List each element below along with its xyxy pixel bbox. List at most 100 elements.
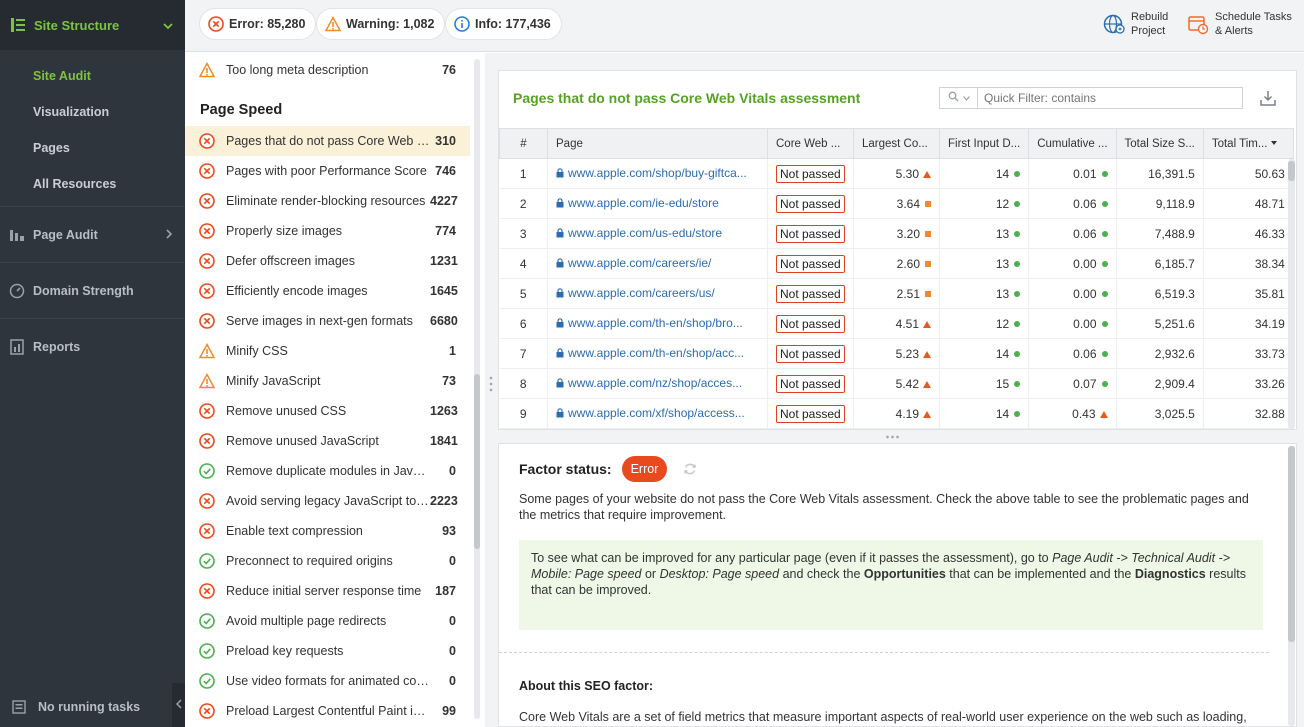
total-size-cell: 2,909.4 [1116,368,1204,399]
column-header[interactable]: # [499,128,548,159]
cls-cell: 0.01 [1028,158,1117,189]
sidebar-collapse-button[interactable] [172,683,185,727]
factor-item[interactable]: Avoid multiple page redirects 0 [185,606,470,636]
search-dropdown-button[interactable] [940,88,978,108]
factor-item-too-long-meta[interactable]: Too long meta description 76 [185,55,470,85]
factor-label: Preload Largest Contentful Paint ima... [226,704,430,718]
running-tasks-status[interactable]: No running tasks [0,687,185,727]
table-row[interactable]: 4 www.apple.com/careers/ie/Not passed 2.60… [499,248,1294,279]
factor-count: 187 [435,584,456,598]
factor-item[interactable]: Defer offscreen images 1231 [185,246,470,276]
page-cell: www.apple.com/careers/us/ [547,278,768,309]
calendar-clock-icon [1187,13,1209,35]
factor-item[interactable]: Pages that do not pass Core Web Vi... 310 [185,126,470,156]
quick-filter-input[interactable] [978,91,1228,105]
factor-item[interactable]: Reduce initial server response time 187 [185,576,470,606]
page-cell: www.apple.com/shop/buy-giftca... [547,158,768,189]
table-row[interactable]: 7 www.apple.com/th-en/shop/acc... Not pass… [499,338,1294,369]
page-cell: www.apple.com/th-en/shop/acc... [547,338,768,369]
sidebar-item-all-resources[interactable]: All Resources [0,166,185,202]
factor-item[interactable]: Eliminate render-blocking resources 4227 [185,186,470,216]
rebuild-project-button[interactable]: Rebuild Project [1103,10,1168,38]
column-header[interactable]: Largest Co... [853,128,940,159]
column-header[interactable]: Total Tim... [1202,128,1294,159]
table-row[interactable]: 2 www.apple.com/ie-edu/store Not passed 3.6… [499,188,1294,219]
column-header[interactable]: Core Web ... [767,128,854,159]
factor-item[interactable]: Minify JavaScript 73 [185,366,470,396]
column-header[interactable]: Cumulative ... [1028,128,1117,159]
detail-scrollbar[interactable] [1288,446,1295,726]
sidebar-item-pages[interactable]: Pages [0,130,185,166]
column-header[interactable]: Total Size S... [1115,128,1204,159]
factor-list-scrollbar[interactable] [474,59,480,719]
page-link[interactable]: www.apple.com/th-en/shop/acc... [568,346,744,360]
cls-value: 0.01 [1073,166,1097,181]
factor-item[interactable]: Serve images in next-gen formats 6680 [185,306,470,336]
column-header-label: Page [556,137,583,150]
row-number: 1 [499,158,548,189]
page-link[interactable]: www.apple.com/us-edu/store [568,226,722,240]
error-icon [199,223,217,239]
table-row[interactable]: 5 www.apple.com/careers/us/Not passed 2.51… [499,278,1294,309]
schedule-tasks-button[interactable]: Schedule Tasks & Alerts [1187,10,1292,38]
factor-item[interactable]: Remove duplicate modules in JavaScri... 0 [185,456,470,486]
factor-item[interactable]: Efficiently encode images 1645 [185,276,470,306]
sidebar-header-site-structure[interactable]: Site Structure [0,0,185,50]
info-count-badge[interactable]: Info: 177,436 [446,9,561,39]
column-header-label: Largest Co... [862,137,928,150]
factor-item[interactable]: Enable text compression 93 [185,516,470,546]
page-link[interactable]: www.apple.com/nz/shop/acces... [568,376,742,390]
good-marker-icon [1014,320,1021,327]
factor-item[interactable]: Preload Largest Contentful Paint ima... 9… [185,696,470,726]
factor-count: 2223 [430,494,458,508]
error-icon [199,313,217,329]
table-row[interactable]: 3 www.apple.com/us-edu/store Not passed 3.2… [499,218,1294,249]
vertical-splitter[interactable] [485,53,497,727]
lcp-cell: 2.60 [853,248,940,279]
factor-item[interactable]: Remove unused CSS 1263 [185,396,470,426]
factor-item[interactable]: Preconnect to required origins 0 [185,546,470,576]
export-button[interactable] [1259,89,1277,110]
column-header[interactable]: Page [547,128,768,159]
sidebar-item-page-audit[interactable]: Page Audit [0,206,185,262]
page-link[interactable]: www.apple.com/ie-edu/store [568,196,719,210]
page-link[interactable]: www.apple.com/shop/buy-giftca... [568,166,747,180]
lcp-value: 2.60 [896,256,920,271]
horizontal-splitter[interactable] [497,433,1304,441]
factor-item[interactable]: Remove unused JavaScript 1841 [185,426,470,456]
row-number: 5 [499,278,548,309]
factor-item[interactable]: Minify CSS 1 [185,336,470,366]
table-row[interactable]: 8 www.apple.com/nz/shop/acces... Not passe… [499,368,1294,399]
sidebar-item-reports[interactable]: Reports [0,318,185,374]
table-row[interactable]: 9 www.apple.com/xf/shop/access... Not pass… [499,398,1294,429]
error-count-badge[interactable]: Error: 85,280 [200,9,316,39]
column-header[interactable]: First Input D... [938,128,1030,159]
refresh-icon[interactable] [683,462,697,476]
status-badge: Not passed [776,344,845,363]
page-link[interactable]: www.apple.com/careers/ie/ [568,256,711,270]
status-badge: Not passed [776,164,845,183]
sidebar-item-domain-strength[interactable]: Domain Strength [0,262,185,318]
sidebar-item-label: Domain Strength [33,283,134,298]
factor-item[interactable]: Use video formats for animated content 0 [185,666,470,696]
page-link[interactable]: www.apple.com/xf/shop/access... [568,406,745,420]
page-link[interactable]: www.apple.com/careers/us/ [568,286,715,300]
scrollbar-thumb[interactable] [1288,446,1295,642]
factor-count: 1841 [430,434,458,448]
table-row[interactable]: 1 www.apple.com/shop/buy-giftca... Not pas… [499,158,1294,189]
good-marker-icon [1014,290,1021,297]
scrollbar-thumb[interactable] [1288,161,1295,181]
table-scrollbar[interactable] [1288,159,1295,429]
page-link[interactable]: www.apple.com/th-en/shop/bro... [568,316,743,330]
factor-item[interactable]: Avoid serving legacy JavaScript to ... 22… [185,486,470,516]
sidebar-item-visualization[interactable]: Visualization [0,94,185,130]
scrollbar-thumb[interactable] [474,374,480,549]
sidebar-item-site-audit[interactable]: Site Audit [0,58,185,94]
factor-item[interactable]: Preload key requests 0 [185,636,470,666]
hint-text: To see what can be improved for any part… [531,551,1053,565]
good-marker-icon [1014,260,1021,267]
table-row[interactable]: 6 www.apple.com/th-en/shop/bro... Not pass… [499,308,1294,339]
factor-item[interactable]: Pages with poor Performance Score 746 [185,156,470,186]
warning-count-badge[interactable]: Warning: 1,082 [317,9,445,39]
factor-item[interactable]: Properly size images 774 [185,216,470,246]
